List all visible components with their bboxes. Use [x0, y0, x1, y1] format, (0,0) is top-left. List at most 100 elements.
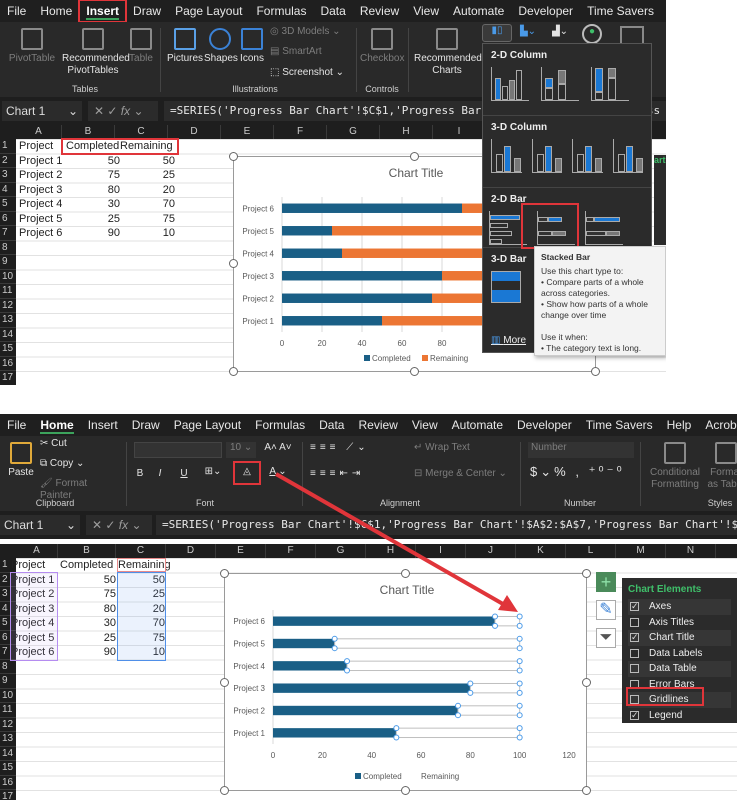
- smartart-button[interactable]: ▤ SmartArt: [270, 46, 350, 58]
- illustrations-group-label: Illustrations: [232, 84, 278, 94]
- header-cell[interactable]: Project: [19, 139, 65, 154]
- table-cell[interactable]: 75: [66, 168, 120, 183]
- shapes-button[interactable]: Shapes: [204, 28, 238, 65]
- menu-tab-draw[interactable]: Draw: [126, 0, 168, 22]
- menu-tab-page-layout[interactable]: Page Layout: [168, 0, 249, 22]
- column-header-C[interactable]: C: [115, 125, 168, 139]
- screenshot-button[interactable]: ⬚ Screenshot ⌄: [270, 67, 350, 79]
- 3d-models-button[interactable]: ◎ 3D Models ⌄: [270, 26, 350, 38]
- column-header-B[interactable]: B: [62, 125, 115, 139]
- menu-tab-formulas[interactable]: Formulas: [249, 0, 313, 22]
- table-cell[interactable]: 10: [120, 226, 175, 241]
- menu-tab-time-savers[interactable]: Time Savers: [580, 0, 661, 22]
- clustered-column-icon[interactable]: [491, 67, 529, 101]
- insert-column-bar-chart-button[interactable]: ▮▯: [482, 24, 512, 42]
- column-header-G[interactable]: G: [327, 125, 380, 139]
- row-header-15[interactable]: 15: [0, 342, 16, 357]
- menu-tab-file[interactable]: File: [0, 0, 33, 22]
- table-cell[interactable]: 50: [120, 154, 175, 169]
- row-header-17[interactable]: 17: [0, 371, 16, 385]
- checkbox-button[interactable]: Checkbox: [360, 28, 404, 65]
- table-cell[interactable]: 75: [120, 212, 175, 227]
- category-label: Project 1: [242, 317, 274, 326]
- table-cell[interactable]: 80: [66, 183, 120, 198]
- column-header-F[interactable]: F: [274, 125, 327, 139]
- recommended-pivottables-button[interactable]: Recommended PivotTables: [62, 28, 130, 77]
- menu-tab-help[interactable]: Help: [661, 0, 666, 22]
- legend-swatch-completed: [364, 355, 370, 361]
- icons-button[interactable]: Icons: [238, 28, 266, 65]
- row-header-8[interactable]: 8: [0, 241, 16, 255]
- row-header-6[interactable]: 6: [0, 212, 16, 226]
- recommended-charts-button[interactable]: Recommended Charts: [414, 28, 482, 77]
- row-header-7[interactable]: 7: [0, 226, 16, 241]
- table-cell[interactable]: 50: [66, 154, 120, 169]
- row-header-9[interactable]: 9: [0, 255, 16, 270]
- row-header-5[interactable]: 5: [0, 197, 16, 212]
- table-cell[interactable]: Project 4: [19, 197, 65, 212]
- fx-button[interactable]: ✕ ✓ fx ⌄: [88, 101, 158, 121]
- 3d-column-icon[interactable]: [612, 139, 643, 173]
- 3d-column-icon[interactable]: [572, 139, 603, 173]
- column-header-A[interactable]: A: [16, 125, 62, 139]
- table-cell[interactable]: Project 5: [19, 212, 65, 227]
- menu-tab-data[interactable]: Data: [313, 0, 352, 22]
- row-header-14[interactable]: 14: [0, 328, 16, 342]
- row-header-1[interactable]: 1: [0, 139, 16, 154]
- table-cell[interactable]: 70: [120, 197, 175, 212]
- table-cell[interactable]: Project 2: [19, 168, 65, 183]
- category-label: Project 5: [242, 227, 274, 236]
- stacked-column-icon[interactable]: [541, 67, 579, 101]
- table-cell[interactable]: 30: [66, 197, 120, 212]
- row-header-10[interactable]: 10: [0, 270, 16, 284]
- table-cell[interactable]: 90: [66, 226, 120, 241]
- name-box[interactable]: Chart 1 ⌄: [2, 101, 82, 121]
- table-cell[interactable]: Project 6: [19, 226, 65, 241]
- pivottable-button[interactable]: PivotTable: [4, 28, 60, 65]
- column-header-H[interactable]: H: [380, 125, 433, 139]
- resize-handle[interactable]: [229, 259, 238, 268]
- menu-tab-developer[interactable]: Developer: [511, 0, 580, 22]
- table-cell[interactable]: Project 1: [19, 154, 65, 169]
- column-header-D[interactable]: D: [168, 125, 221, 139]
- row-header-16[interactable]: 16: [0, 357, 16, 371]
- column-header-E[interactable]: E: [221, 125, 274, 139]
- 3d-column-icon[interactable]: [531, 139, 562, 173]
- column-header-I[interactable]: I: [433, 125, 486, 139]
- row-header-11[interactable]: 11: [0, 284, 16, 299]
- insert-waterfall-chart-button[interactable]: ▟⌄: [548, 26, 572, 38]
- insert-hierarchy-chart-button[interactable]: ▙⌄: [516, 26, 540, 38]
- stacked-100-column-icon[interactable]: [591, 67, 629, 101]
- row-header-2[interactable]: 2: [0, 154, 16, 168]
- menu-tab-insert[interactable]: Insert: [78, 0, 128, 23]
- resize-handle[interactable]: [410, 152, 419, 161]
- stacked-100-bar-icon[interactable]: [585, 211, 623, 245]
- resize-handle[interactable]: [229, 152, 238, 161]
- 3d-bar-chart-icon[interactable]: [491, 271, 521, 303]
- row-header-13[interactable]: 13: [0, 313, 16, 328]
- bar-completed-project-3: [282, 271, 442, 281]
- resize-handle[interactable]: [410, 367, 419, 376]
- tooltip-body: Use this chart type to: • Compare parts o…: [541, 266, 659, 354]
- bar-completed-project-6: [282, 203, 462, 213]
- table-cell[interactable]: 25: [66, 212, 120, 227]
- resize-handle[interactable]: [229, 367, 238, 376]
- row-header-3[interactable]: 3: [0, 168, 16, 183]
- 3d-column-icon[interactable]: [491, 139, 522, 173]
- row-header-12[interactable]: 12: [0, 299, 16, 313]
- menu-tab-automate[interactable]: Automate: [446, 0, 511, 22]
- more-charts-link[interactable]: ▥ More: [491, 335, 526, 346]
- pictures-button[interactable]: Pictures: [166, 28, 204, 65]
- header-highlight-box: [61, 138, 179, 155]
- row-header-4[interactable]: 4: [0, 183, 16, 197]
- table-button[interactable]: Table: [126, 28, 156, 65]
- bar-completed-project-2: [282, 293, 432, 303]
- maps-button[interactable]: ●: [582, 24, 602, 44]
- table-cell[interactable]: Project 3: [19, 183, 65, 198]
- table-cell[interactable]: 20: [120, 183, 175, 198]
- menu-tab-view[interactable]: View: [406, 0, 446, 22]
- resize-handle[interactable]: [591, 367, 600, 376]
- table-cell[interactable]: 25: [120, 168, 175, 183]
- menu-tab-review[interactable]: Review: [353, 0, 406, 22]
- menu-tab-home[interactable]: Home: [33, 0, 79, 22]
